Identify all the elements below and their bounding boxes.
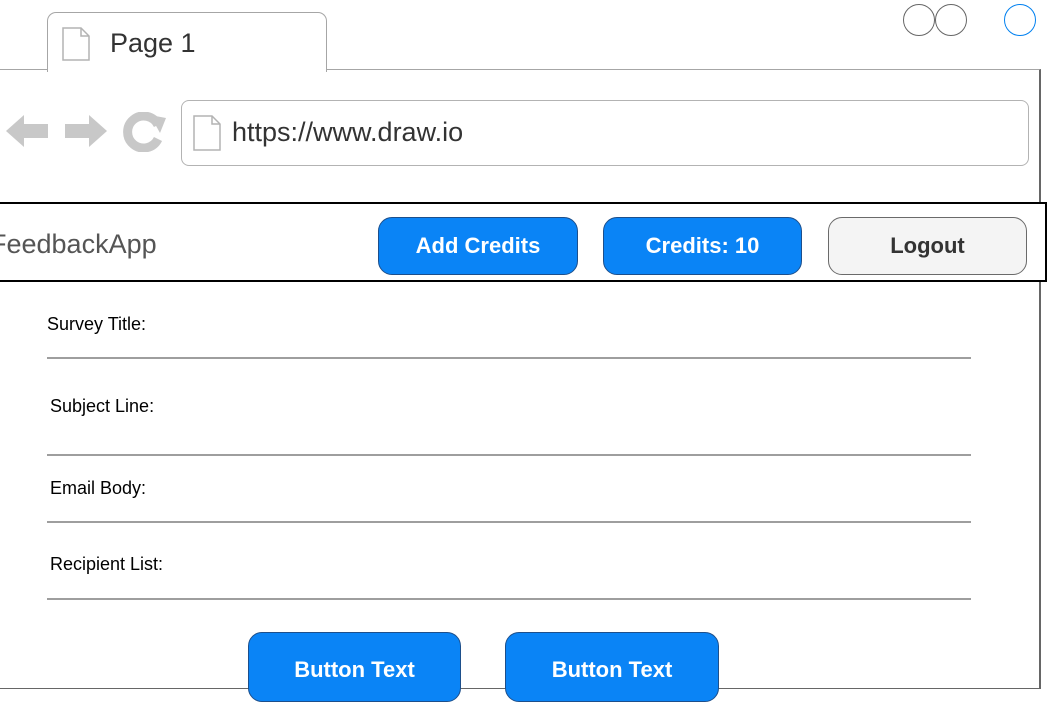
window-maximize-button[interactable] — [935, 4, 967, 36]
subject-line-label: Subject Line: — [50, 396, 155, 416]
credits-button[interactable]: Credits: 10 — [603, 217, 802, 275]
arrow-left-icon[interactable] — [6, 113, 50, 154]
address-url: https://www.draw.io — [232, 117, 464, 147]
reload-icon[interactable] — [122, 111, 166, 157]
page-icon — [193, 115, 221, 156]
action-button-1[interactable]: Button Text — [248, 632, 461, 702]
tab-page-1[interactable]: Page 1 — [47, 12, 327, 72]
logout-button[interactable]: Logout — [828, 217, 1027, 275]
tab-label: Page 1 — [110, 28, 196, 58]
window-close-button[interactable] — [1004, 4, 1036, 36]
window-minimize-button[interactable] — [903, 4, 935, 36]
survey-title-label: Survey Title: — [47, 314, 147, 334]
email-body-input[interactable] — [47, 521, 971, 523]
add-credits-button[interactable]: Add Credits — [378, 217, 578, 275]
survey-title-input[interactable] — [47, 357, 971, 359]
app-navbar: FeedbackApp Add Credits Credits: 10 Logo… — [0, 202, 1047, 282]
page-icon — [62, 27, 90, 66]
address-bar[interactable]: https://www.draw.io — [181, 100, 1029, 166]
action-button-2[interactable]: Button Text — [505, 632, 719, 702]
email-body-label: Email Body: — [50, 478, 147, 498]
recipient-list-input[interactable] — [47, 598, 971, 600]
recipient-list-label: Recipient List: — [50, 554, 164, 574]
subject-line-input[interactable] — [47, 454, 971, 456]
app-brand: FeedbackApp — [0, 229, 157, 259]
arrow-right-icon[interactable] — [63, 113, 107, 154]
